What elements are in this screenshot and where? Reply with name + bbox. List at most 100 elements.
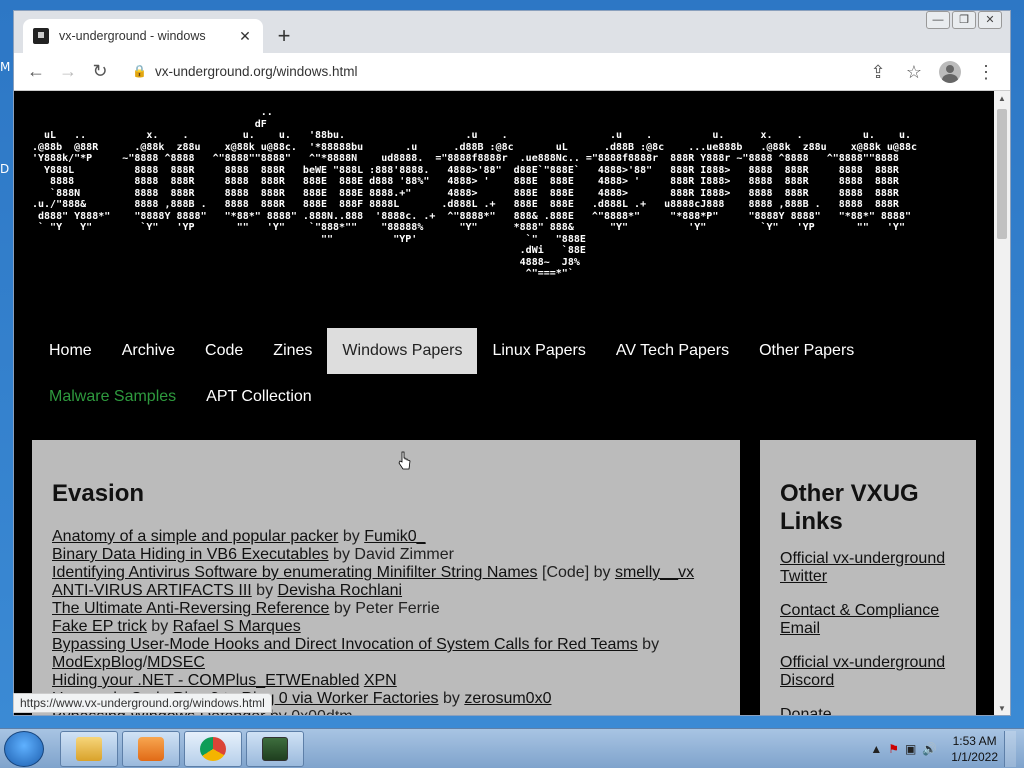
scroll-up-icon[interactable]: ▲ xyxy=(994,91,1010,107)
list-item: Anatomy of a simple and popular packer b… xyxy=(52,528,720,546)
list-item: Hiding your .NET - COMPlus_ETWEnabled XP… xyxy=(52,672,720,690)
favicon-icon xyxy=(33,28,49,44)
paper-by: by xyxy=(146,618,173,635)
browser-toolbar: ← → ↻ 🔒 vx-underground.org/windows.html … xyxy=(14,53,1010,91)
chrome-icon xyxy=(200,737,226,761)
browser-window: vx-underground - windows ✕ + — ❐ ✕ ← → ↻… xyxy=(13,10,1011,716)
action-center-icon[interactable]: ⚑ xyxy=(888,742,899,756)
paper-by: by xyxy=(328,546,355,563)
address-bar[interactable]: 🔒 vx-underground.org/windows.html xyxy=(124,56,884,86)
paper-link[interactable]: ANTI-VIRUS ARTIFACTS III xyxy=(52,582,252,599)
paper-extra: [Code] xyxy=(537,564,590,581)
list-item: Fake EP trick by Rafael S Marques xyxy=(52,618,720,636)
toolbar-right: ⇪ ☆ ⋮ xyxy=(862,56,1002,88)
bookmark-star-icon[interactable]: ☆ xyxy=(898,56,930,88)
status-url-bubble: https://www.vx-underground.org/windows.h… xyxy=(13,693,272,713)
paper-link[interactable]: Bypassing User-Mode Hooks and Direct Inv… xyxy=(52,636,638,653)
nav-item-home[interactable]: Home xyxy=(34,328,107,374)
paper-author[interactable]: Rafael S Marques xyxy=(173,618,301,635)
section-heading: Evasion xyxy=(52,480,145,507)
address-bar-url[interactable]: vx-underground.org/windows.html xyxy=(155,64,358,79)
nav-item-apt-collection[interactable]: APT Collection xyxy=(191,374,327,420)
avatar xyxy=(939,61,961,83)
volume-icon[interactable]: 🔊 xyxy=(922,742,937,756)
paper-link-secondary[interactable]: MDSEC xyxy=(147,654,205,671)
reload-button[interactable]: ↻ xyxy=(84,56,116,88)
network-icon[interactable]: ▣ xyxy=(905,742,916,756)
forward-button[interactable]: → xyxy=(52,56,84,88)
sidebar: Other VXUG Links Official vx-underground… xyxy=(760,440,976,715)
profile-button[interactable] xyxy=(934,56,966,88)
nav-item-zines[interactable]: Zines xyxy=(258,328,327,374)
paper-author: 0x00dtm xyxy=(291,708,352,715)
sidebar-link[interactable]: Official vx-underground Discord xyxy=(780,654,956,690)
paper-by: by xyxy=(329,600,356,617)
close-window-button[interactable]: ✕ xyxy=(978,11,1002,29)
ascii-logo: .. dF uL .. x. . u. u. '88bu. .u . .u . … xyxy=(32,107,918,279)
paper-by: by xyxy=(438,690,465,707)
explorer-icon xyxy=(76,737,102,761)
scroll-down-icon[interactable]: ▼ xyxy=(994,701,1010,715)
scrollbar-thumb[interactable] xyxy=(997,109,1007,239)
nav-item-malware-samples[interactable]: Malware Samples xyxy=(34,374,191,420)
desktop-icon-label: M xyxy=(0,60,11,74)
new-tab-button[interactable]: + xyxy=(272,25,296,47)
tab-close-icon[interactable]: ✕ xyxy=(237,28,253,45)
paper-link[interactable]: Binary Data Hiding in VB6 Executables xyxy=(52,546,329,563)
nav-item-windows-papers[interactable]: Windows Papers xyxy=(327,328,478,374)
paper-link[interactable]: Anatomy of a simple and popular packer xyxy=(52,528,338,545)
menu-icon[interactable]: ⋮ xyxy=(970,56,1002,88)
main-content: Evasion Anatomy of a simple and popular … xyxy=(32,440,740,715)
maximize-button[interactable]: ❐ xyxy=(952,11,976,29)
back-button[interactable]: ← xyxy=(20,56,52,88)
nav-item-other-papers[interactable]: Other Papers xyxy=(744,328,869,374)
paper-author: David Zimmer xyxy=(354,546,454,563)
nav-item-archive[interactable]: Archive xyxy=(107,328,190,374)
taskbar-app-taskmgr[interactable] xyxy=(246,731,304,767)
start-button[interactable] xyxy=(4,731,44,767)
clock[interactable]: 1:53 AM 1/1/2022 xyxy=(951,733,998,765)
nav-item-linux-papers[interactable]: Linux Papers xyxy=(477,328,600,374)
paper-link[interactable]: The Ultimate Anti-Reversing Reference xyxy=(52,600,329,617)
taskbar-app-chrome[interactable] xyxy=(184,731,242,767)
paper-author[interactable]: Fumik0_ xyxy=(364,528,425,545)
show-desktop-button[interactable] xyxy=(1004,731,1016,767)
list-item: Binary Data Hiding in VB6 Executables by… xyxy=(52,546,720,564)
paper-author[interactable]: smelly__vx xyxy=(615,564,694,581)
nav-row: Home Archive Code Zines Windows Papers Linux … xyxy=(34,328,974,374)
list-item: The Ultimate Anti-Reversing Reference by… xyxy=(52,600,720,618)
paper-link[interactable]: ModExpBlog xyxy=(52,654,143,671)
paper-link[interactable]: Identifying Antivirus Software by enumer… xyxy=(52,564,538,581)
nav-row: Malware Samples APT Collection xyxy=(34,374,974,420)
nav-item-av-tech-papers[interactable]: AV Tech Papers xyxy=(601,328,744,374)
taskbar-app-media[interactable] xyxy=(122,731,180,767)
paper-link[interactable]: Hiding your .NET - COMPlus_ETWEnabled xyxy=(52,672,359,689)
paper-link[interactable]: Fake EP trick xyxy=(52,618,147,635)
tray-expand-icon[interactable]: ▲ xyxy=(870,742,882,756)
system-tray: ▲ ⚑ ▣ 🔊 1:53 AM 1/1/2022 xyxy=(870,731,1016,767)
nav-item-code[interactable]: Code xyxy=(190,328,258,374)
taskbar-app-explorer[interactable] xyxy=(60,731,118,767)
taskbar: ▲ ⚑ ▣ 🔊 1:53 AM 1/1/2022 xyxy=(0,728,1024,768)
media-player-icon xyxy=(138,737,164,761)
paper-list: Anatomy of a simple and popular packer b… xyxy=(52,528,720,715)
sidebar-link[interactable]: Official vx-underground Twitter xyxy=(780,550,956,586)
sidebar-link[interactable]: Donate xyxy=(780,706,956,715)
sidebar-link[interactable]: Contact & Compliance Email xyxy=(780,602,956,638)
paper-author[interactable]: XPN xyxy=(364,672,397,689)
paper-author: Peter Ferrie xyxy=(355,600,440,617)
list-item: Bypassing User-Mode Hooks and Direct Inv… xyxy=(52,636,720,654)
tab-strip: vx-underground - windows ✕ + — ❐ ✕ xyxy=(14,11,1010,53)
paper-author[interactable]: zerosum0x0 xyxy=(464,690,551,707)
scrollbar[interactable]: ▲ ▼ xyxy=(994,91,1010,715)
page-viewport: .. dF uL .. x. . u. u. '88bu. .u . .u . … xyxy=(14,91,996,715)
paper-author[interactable]: Devisha Rochlani xyxy=(278,582,403,599)
paper-by: by xyxy=(338,528,365,545)
site-nav: Home Archive Code Zines Windows Papers Linux … xyxy=(34,328,974,420)
share-icon[interactable]: ⇪ xyxy=(862,56,894,88)
list-item: ModExpBlog/MDSEC xyxy=(52,654,720,672)
window-controls: — ❐ ✕ xyxy=(926,11,1002,29)
list-item: Identifying Antivirus Software by enumer… xyxy=(52,564,720,582)
minimize-button[interactable]: — xyxy=(926,11,950,29)
tab-active[interactable]: vx-underground - windows ✕ xyxy=(23,19,263,53)
